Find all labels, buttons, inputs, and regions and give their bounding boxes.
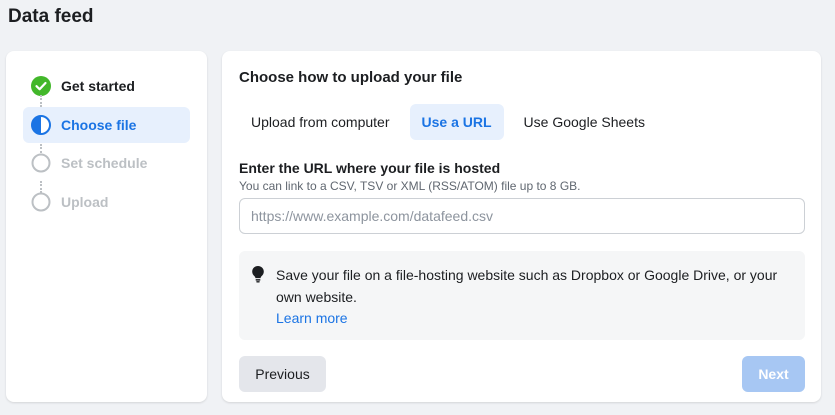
step-label: Get started	[61, 78, 135, 94]
learn-more-link[interactable]: Learn more	[276, 310, 348, 326]
tab-use-a-url[interactable]: Use a URL	[409, 104, 504, 140]
tip-text: Save your file on a file-hosting website…	[276, 267, 778, 305]
url-field-label: Enter the URL where your file is hosted	[239, 160, 501, 176]
half-circle-icon	[31, 115, 51, 135]
empty-circle-icon	[31, 192, 51, 212]
step-get-started[interactable]: Get started	[23, 68, 190, 104]
step-label: Set schedule	[61, 155, 148, 171]
steps-sidebar: Get started Choose file Set schedule Upl…	[6, 51, 207, 402]
page-title: Data feed	[8, 6, 94, 27]
upload-method-tabs: Upload from computer Use a URL Use Googl…	[239, 104, 665, 140]
next-button[interactable]: Next	[742, 356, 805, 392]
info-tip-box: Save your file on a file-hosting website…	[239, 251, 805, 340]
upload-panel: Choose how to upload your file Upload fr…	[222, 51, 821, 402]
url-field-help: You can link to a CSV, TSV or XML (RSS/A…	[239, 179, 581, 193]
empty-circle-icon	[31, 153, 51, 173]
step-connector	[40, 95, 42, 107]
lightbulb-icon	[251, 265, 265, 283]
tab-use-google-sheets[interactable]: Use Google Sheets	[512, 104, 657, 140]
previous-button[interactable]: Previous	[239, 356, 326, 392]
step-label: Choose file	[61, 117, 137, 133]
step-upload[interactable]: Upload	[23, 184, 190, 220]
check-circle-icon	[31, 76, 51, 96]
step-set-schedule[interactable]: Set schedule	[23, 145, 190, 181]
tab-upload-from-computer[interactable]: Upload from computer	[239, 104, 402, 140]
step-choose-file[interactable]: Choose file	[23, 107, 190, 143]
url-input[interactable]	[239, 198, 805, 234]
step-label: Upload	[61, 194, 109, 210]
panel-title: Choose how to upload your file	[239, 69, 463, 86]
